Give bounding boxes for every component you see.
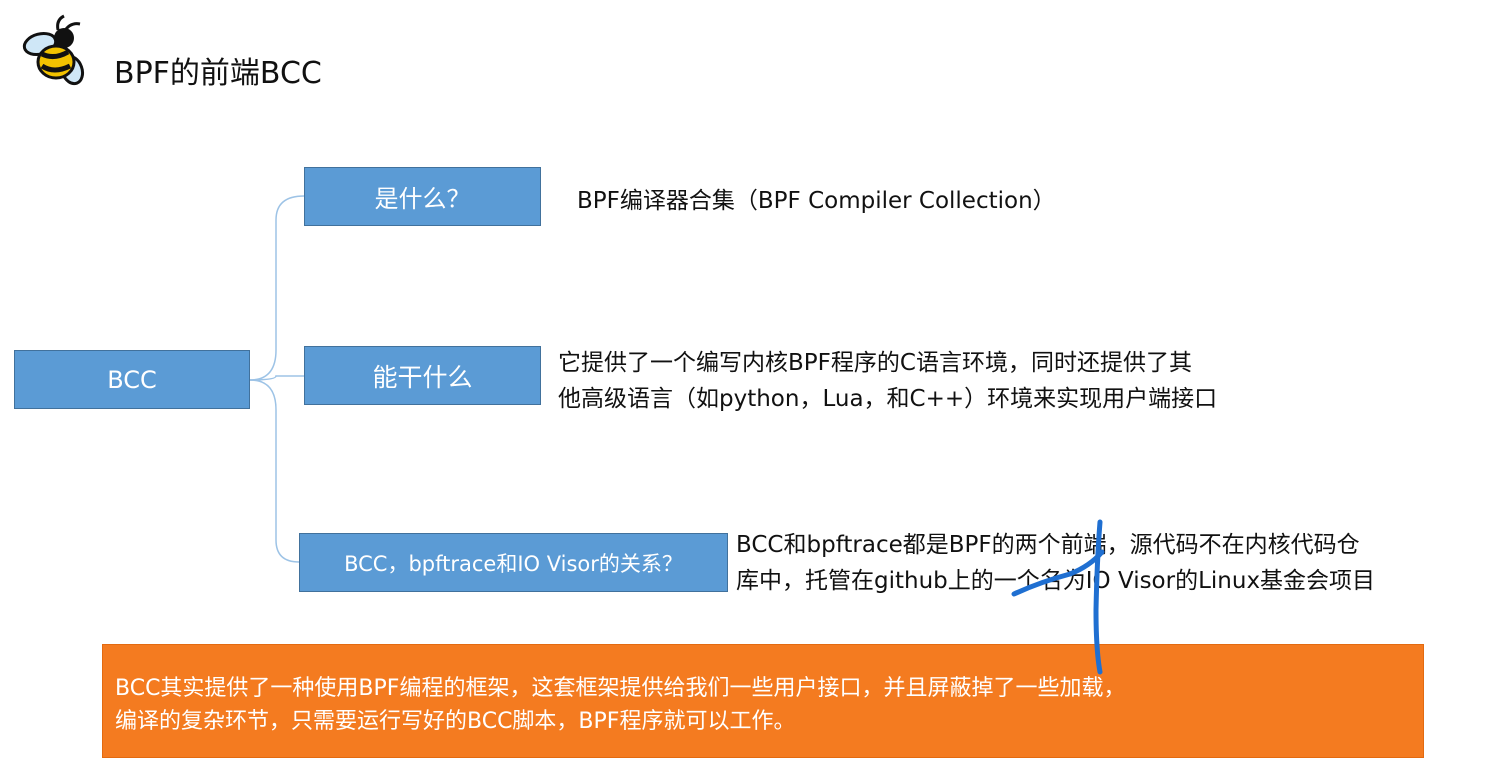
slide: BPF的前端BCC BCC 是什么？ 能干什么 BCC，bpftrace和IO …	[0, 0, 1497, 784]
pen-annotation-arrow	[1011, 519, 1105, 675]
